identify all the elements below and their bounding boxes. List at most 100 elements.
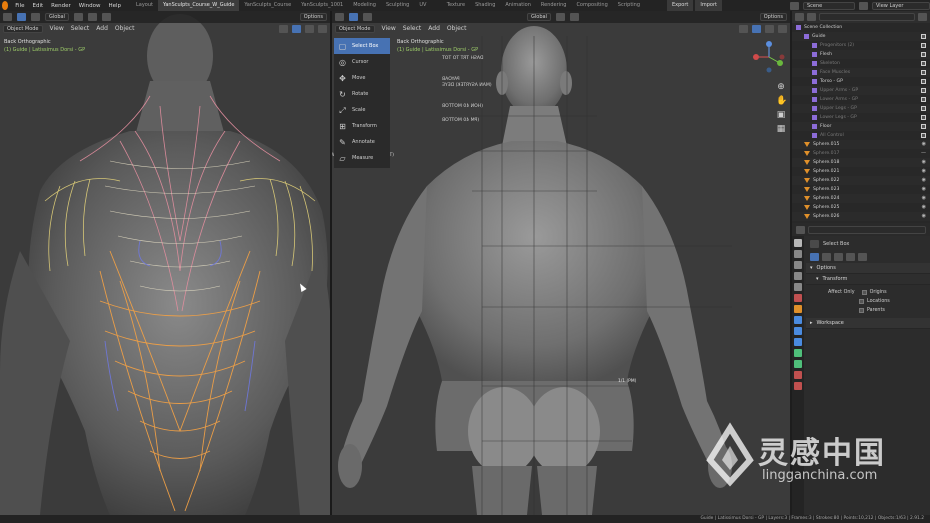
exclude-checkbox[interactable] — [921, 97, 926, 102]
scene-tab-icon[interactable] — [794, 283, 802, 291]
outliner-row[interactable]: Sphere.017 — — [792, 149, 930, 158]
outliner-row[interactable]: Upper Legs - GP — [792, 104, 930, 113]
tool-scale[interactable]: ⤢ Scale — [334, 102, 390, 118]
proportional-icon[interactable] — [101, 13, 111, 21]
outliner-row[interactable]: Scene Collection — [792, 23, 930, 32]
exclude-checkbox[interactable] — [921, 124, 926, 129]
render-tab-icon[interactable] — [794, 250, 802, 258]
menu-window[interactable]: Window — [75, 3, 105, 9]
gizmo-toggle-icon[interactable] — [739, 24, 748, 33]
snap-icon[interactable] — [87, 13, 97, 21]
locations-checkbox[interactable] — [859, 299, 864, 304]
transform-orientation-dropdown[interactable]: Global — [45, 13, 69, 21]
view-layer-tab-icon[interactable] — [794, 272, 802, 280]
eye-icon[interactable]: ◉ — [922, 177, 926, 183]
exclude-checkbox[interactable] — [921, 133, 926, 138]
tool-move[interactable]: ✥ Move — [334, 70, 390, 86]
workspace-tab[interactable]: Rendering — [536, 0, 572, 11]
eye-icon[interactable]: ◉ — [922, 168, 926, 174]
eye-icon[interactable]: ◉ — [922, 195, 926, 201]
mode-set-icon[interactable] — [810, 253, 819, 261]
outliner-search-input[interactable] — [819, 13, 915, 21]
outliner-row[interactable]: Sphere.015 ◉ — [792, 140, 930, 149]
mode-dropdown[interactable]: Object Mode — [335, 24, 375, 33]
select-mode-icon[interactable] — [17, 13, 26, 21]
eye-icon[interactable]: ◉ — [922, 141, 926, 147]
view-layer-selector[interactable]: View Layer — [872, 1, 930, 10]
outliner-row[interactable]: Sphere.023 ◉ — [792, 185, 930, 194]
eye-icon[interactable]: ◉ — [922, 213, 926, 219]
gizmo-x-axis[interactable] — [753, 54, 759, 60]
transform-orientation-dropdown[interactable]: Global — [527, 13, 551, 21]
material-tab-icon[interactable] — [794, 371, 802, 379]
snap-icon[interactable] — [569, 13, 579, 21]
tool-tab-icon[interactable] — [794, 239, 802, 247]
workspace-tab[interactable]: YanSculpts_1001 — [296, 0, 348, 11]
outliner-row[interactable]: Guide — [792, 32, 930, 41]
origins-checkbox[interactable] — [861, 290, 867, 295]
exclude-checkbox[interactable] — [921, 88, 926, 93]
parents-checkbox[interactable] — [859, 308, 864, 313]
exclude-checkbox[interactable] — [921, 106, 926, 111]
data-tab-icon[interactable] — [794, 360, 802, 368]
menu-select[interactable]: Select — [71, 25, 90, 32]
outliner-editor-icon[interactable] — [795, 13, 804, 21]
modifier-tab-icon[interactable] — [794, 316, 802, 324]
mode-dropdown[interactable]: Object Mode — [3, 24, 43, 33]
filter-icon[interactable] — [918, 13, 927, 21]
exclude-checkbox[interactable] — [921, 34, 926, 39]
editor-type-icon[interactable] — [335, 13, 344, 21]
tool-transform[interactable]: ⊞ Transform — [334, 118, 390, 134]
properties-editor-icon[interactable] — [796, 225, 805, 234]
exclude-checkbox[interactable] — [921, 79, 926, 84]
mode-invert-icon[interactable] — [846, 253, 855, 261]
physics-tab-icon[interactable] — [794, 338, 802, 346]
import-button[interactable]: Import — [695, 0, 722, 11]
scene-selector[interactable]: Scene — [803, 1, 855, 10]
workspace-tab[interactable]: Scripting — [613, 0, 645, 11]
workspace-tab[interactable]: Texture Paint — [442, 0, 470, 19]
mode-extend-icon[interactable] — [822, 253, 831, 261]
workspace-tab[interactable]: Shading — [470, 0, 500, 11]
gizmo-y-axis[interactable] — [777, 60, 783, 66]
exclude-checkbox[interactable] — [921, 52, 926, 57]
editor-type-icon[interactable] — [3, 13, 12, 21]
outliner-row[interactable]: Sphere.026 ◉ — [792, 212, 930, 221]
outliner-row[interactable]: Sphere.025 ◉ — [792, 203, 930, 212]
workspace-tab[interactable]: Layout — [131, 0, 158, 11]
workspace-tab[interactable]: Compositing — [571, 0, 612, 11]
workspace-tab[interactable]: Animation — [500, 0, 536, 11]
eye-closed-icon[interactable]: — — [921, 150, 926, 156]
output-tab-icon[interactable] — [794, 261, 802, 269]
properties-search-input[interactable] — [808, 225, 926, 234]
pivot-icon[interactable] — [555, 13, 565, 21]
menu-object[interactable]: Object — [447, 25, 467, 32]
workspace-tab[interactable]: YanSculpts_Course_W_Guide — [158, 0, 240, 11]
mode-intersect-icon[interactable] — [858, 253, 867, 261]
pivot-icon[interactable] — [73, 13, 83, 21]
tool-rotate[interactable]: ↻ Rotate — [334, 86, 390, 102]
workspace-tab[interactable]: YanSculpts_Course — [239, 0, 296, 11]
eye-icon[interactable]: ◉ — [922, 186, 926, 192]
tool-select-box[interactable]: ▢ Select Box — [334, 38, 390, 54]
outliner-row[interactable]: Sphere.022 ◉ — [792, 176, 930, 185]
particles-tab-icon[interactable] — [794, 327, 802, 335]
tool-measure[interactable]: ▱ Measure — [334, 150, 390, 166]
exclude-checkbox[interactable] — [921, 43, 926, 48]
workspace-tab[interactable]: Modeling — [348, 0, 381, 11]
outliner-row[interactable]: Lower Legs - GP — [792, 113, 930, 122]
outliner-row[interactable]: Sphere.021 ◉ — [792, 167, 930, 176]
exclude-checkbox[interactable] — [921, 115, 926, 120]
outliner-row[interactable]: Skeleton — [792, 59, 930, 68]
eye-icon[interactable]: ◉ — [922, 159, 926, 165]
display-mode-icon[interactable] — [807, 13, 816, 21]
outliner-row[interactable]: Flesh — [792, 50, 930, 59]
outliner-row[interactable]: Upper Arms - GP — [792, 86, 930, 95]
left-viewport[interactable]: Global Options Object Mode View Select A… — [0, 11, 330, 515]
menu-view[interactable]: View — [50, 25, 64, 32]
menu-help[interactable]: Help — [104, 3, 125, 9]
camera-view-icon[interactable]: ▣ — [776, 110, 786, 120]
xray-icon[interactable] — [305, 24, 314, 33]
exclude-checkbox[interactable] — [921, 61, 926, 66]
outliner-row[interactable]: All Control — [792, 131, 930, 140]
